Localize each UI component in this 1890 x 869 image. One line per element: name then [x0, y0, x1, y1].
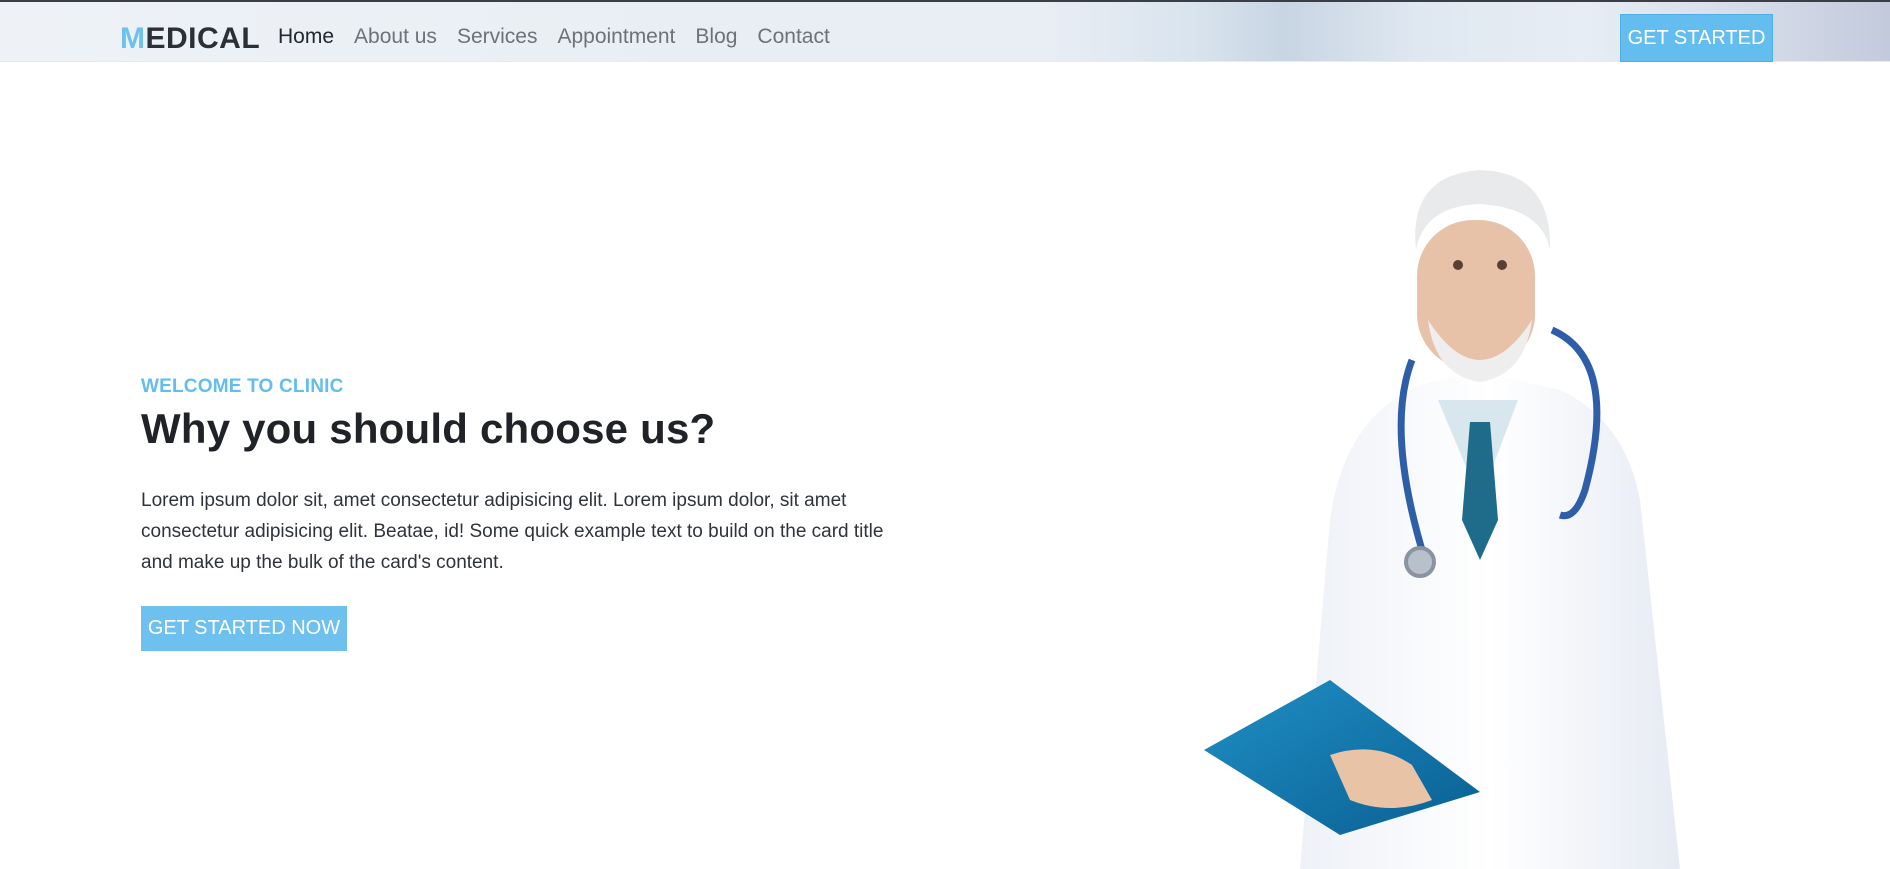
- nav-link-about-us[interactable]: About us: [354, 26, 437, 47]
- nav-link-contact[interactable]: Contact: [757, 26, 829, 47]
- navbar: MEDICAL Home About us Services Appointme…: [0, 2, 1890, 62]
- nav-link-services[interactable]: Services: [457, 26, 538, 47]
- hero-body: Lorem ipsum dolor sit, amet consectetur …: [141, 490, 884, 573]
- doctor-illustration: [1204, 170, 1680, 869]
- brand-logo-initial: M: [120, 22, 146, 55]
- nav-link-blog[interactable]: Blog: [695, 26, 737, 47]
- get-started-button[interactable]: GET STARTED: [1620, 14, 1773, 62]
- brand-logo[interactable]: MEDICAL: [120, 24, 260, 54]
- main-nav: Home About us Services Appointment Blog …: [278, 26, 830, 47]
- brand-logo-text: EDICAL: [145, 22, 261, 55]
- nav-link-home[interactable]: Home: [278, 26, 334, 47]
- hero-eyebrow: WELCOME TO CLINIC: [141, 376, 344, 397]
- get-started-now-button[interactable]: GET STARTED NOW: [141, 606, 347, 651]
- hero-title: Why you should choose us?: [141, 405, 716, 452]
- nav-link-appointment[interactable]: Appointment: [557, 26, 675, 47]
